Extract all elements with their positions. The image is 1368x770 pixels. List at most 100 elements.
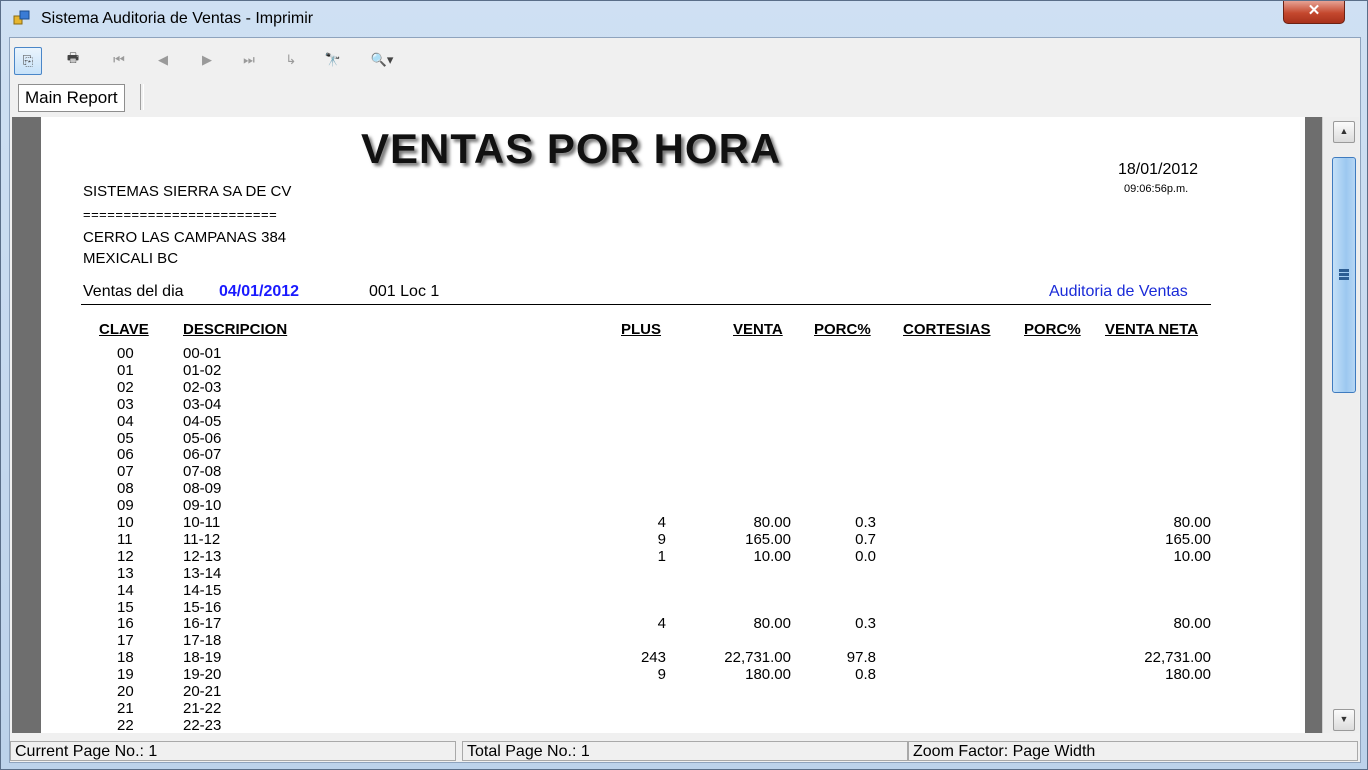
row-clave: 15 [117,598,134,616]
row-clave: 10 [117,514,134,531]
zoom-button[interactable]: 🔍▾ [362,47,402,73]
row-porc: 0.3 [855,615,876,633]
row-descripcion: 18-19 [183,649,222,667]
report-viewport: VENTAS POR HORA 18/01/2012 09:06:56p.m. … [12,117,1322,733]
ventas-label: Ventas del dia [83,283,184,300]
row-descripcion: 06-07 [183,446,222,464]
col-header-descripcion: DESCRIPCION [183,321,288,338]
last-page-button[interactable]: ⏭ [236,47,262,73]
toolbar: ⎘ 🖶 ⏮ ◀ ▶ ⏭ ↳ 🔭 🔍▾ [10,38,1360,82]
row-descripcion: 16-17 [183,615,222,633]
row-venta: 180.00 [745,666,791,684]
row-venta-neta: 22,731.00 [1144,649,1211,667]
row-plus: 4 [657,615,666,633]
prev-page-button[interactable]: ◀ [150,47,176,73]
row-descripcion: 21-22 [183,699,222,717]
col-header-porc: PORC% [814,321,871,338]
scroll-up-icon[interactable]: ▲ [1333,121,1355,143]
export-icon: ⎘ [22,53,34,68]
row-plus: 9 [657,666,666,684]
row-descripcion: 13-14 [183,564,222,582]
row-porc: 0.0 [855,547,876,565]
row-descripcion: 00-01 [183,345,222,362]
row-descripcion: 10-11 [183,514,221,531]
app-icon [13,10,30,25]
row-venta: 80.00 [753,514,791,531]
scroll-down-icon[interactable]: ▼ [1333,709,1355,731]
row-clave: 04 [117,412,134,430]
vertical-scrollbar[interactable]: ▲ ▬ ▬ ▬ ▼ [1322,117,1359,733]
col-header-clave: CLAVE [99,321,149,338]
status-bar: Current Page No.: 1 Total Page No.: 1 Zo… [10,739,1360,761]
find-button[interactable]: 🔭 [320,47,346,73]
row-descripcion: 02-03 [183,378,222,396]
row-descripcion: 19-20 [183,666,222,684]
tab-bar: Main Report [10,82,1360,112]
audit-link[interactable]: Auditoria de Ventas [1049,283,1188,301]
address-line-2: MEXICALI BC [83,250,179,267]
row-plus: 4 [657,514,666,531]
close-button[interactable]: ✕ [1283,1,1345,24]
row-clave: 06 [117,446,134,464]
title-bar: Sistema Auditoria de Ventas - Imprimir ✕ [1,1,1367,37]
row-clave: 08 [117,480,134,498]
print-button[interactable]: 🖶 [60,47,86,73]
address-line-1: CERRO LAS CAMPANAS 384 [83,229,287,246]
tab-separator [140,84,144,110]
row-venta-neta: 165.00 [1165,530,1211,548]
row-clave: 22 [117,716,134,733]
row-clave: 21 [117,699,134,717]
row-descripcion: 04-05 [183,412,222,430]
row-clave: 18 [117,649,134,667]
row-descripcion: 08-09 [183,480,222,498]
col-header-venta-neta: VENTA NETA [1105,321,1199,338]
find-icon: 🔭 [324,52,342,67]
report-page: VENTAS POR HORA 18/01/2012 09:06:56p.m. … [41,117,1305,733]
row-clave: 03 [117,395,134,413]
row-plus: 1 [657,547,666,565]
grip-icon: ▬ ▬ ▬ [1339,264,1349,283]
company-name: SISTEMAS SIERRA SA DE CV [83,183,292,200]
row-clave: 11 [117,530,133,548]
row-clave: 14 [117,581,134,599]
ventas-date: 04/01/2012 [219,283,300,300]
row-plus: 243 [640,649,666,667]
report-time: 09:06:56p.m. [1124,183,1189,195]
scroll-thumb[interactable]: ▬ ▬ ▬ [1332,157,1356,393]
row-descripcion: 12-13 [183,547,222,565]
goto-page-icon: ↳ [285,52,297,67]
row-venta-neta: 10.00 [1173,547,1211,565]
row-descripcion: 15-16 [183,598,222,616]
row-descripcion: 01-02 [183,361,222,379]
window-title: Sistema Auditoria de Ventas - Imprimir [41,10,314,27]
row-descripcion: 07-08 [183,463,222,481]
row-clave: 17 [117,632,134,650]
close-icon: ✕ [1307,2,1321,19]
row-venta: 10.00 [753,547,791,565]
col-header-porc-cortesias: PORC% [1024,321,1081,338]
prev-page-icon: ◀ [158,52,168,67]
next-page-button[interactable]: ▶ [194,47,220,73]
first-page-button[interactable]: ⏮ [106,47,132,73]
report-title: VENTAS POR HORA [361,125,782,172]
row-porc: 0.7 [855,530,876,548]
row-clave: 02 [117,378,134,396]
status-zoom-factor: Zoom Factor: Page Width [908,741,1358,761]
row-descripcion: 20-21 [183,683,222,700]
row-clave: 05 [117,429,134,447]
row-descripcion: 11-12 [183,530,221,548]
row-venta: 22,731.00 [724,649,791,667]
row-clave: 07 [117,463,134,481]
row-clave: 00 [117,345,134,362]
row-clave: 01 [117,361,134,379]
col-header-cortesias: CORTESIAS [903,321,991,338]
col-header-venta: VENTA [733,321,783,338]
separator-line: ======================== [83,207,278,222]
export-button[interactable]: ⎘ [14,47,42,75]
next-page-icon: ▶ [202,52,212,67]
status-current-page: Current Page No.: 1 [10,741,456,761]
tab-main-report[interactable]: Main Report [18,84,125,112]
goto-page-button[interactable]: ↳ [278,47,304,73]
row-venta: 80.00 [753,615,791,633]
row-porc: 0.3 [855,514,876,531]
